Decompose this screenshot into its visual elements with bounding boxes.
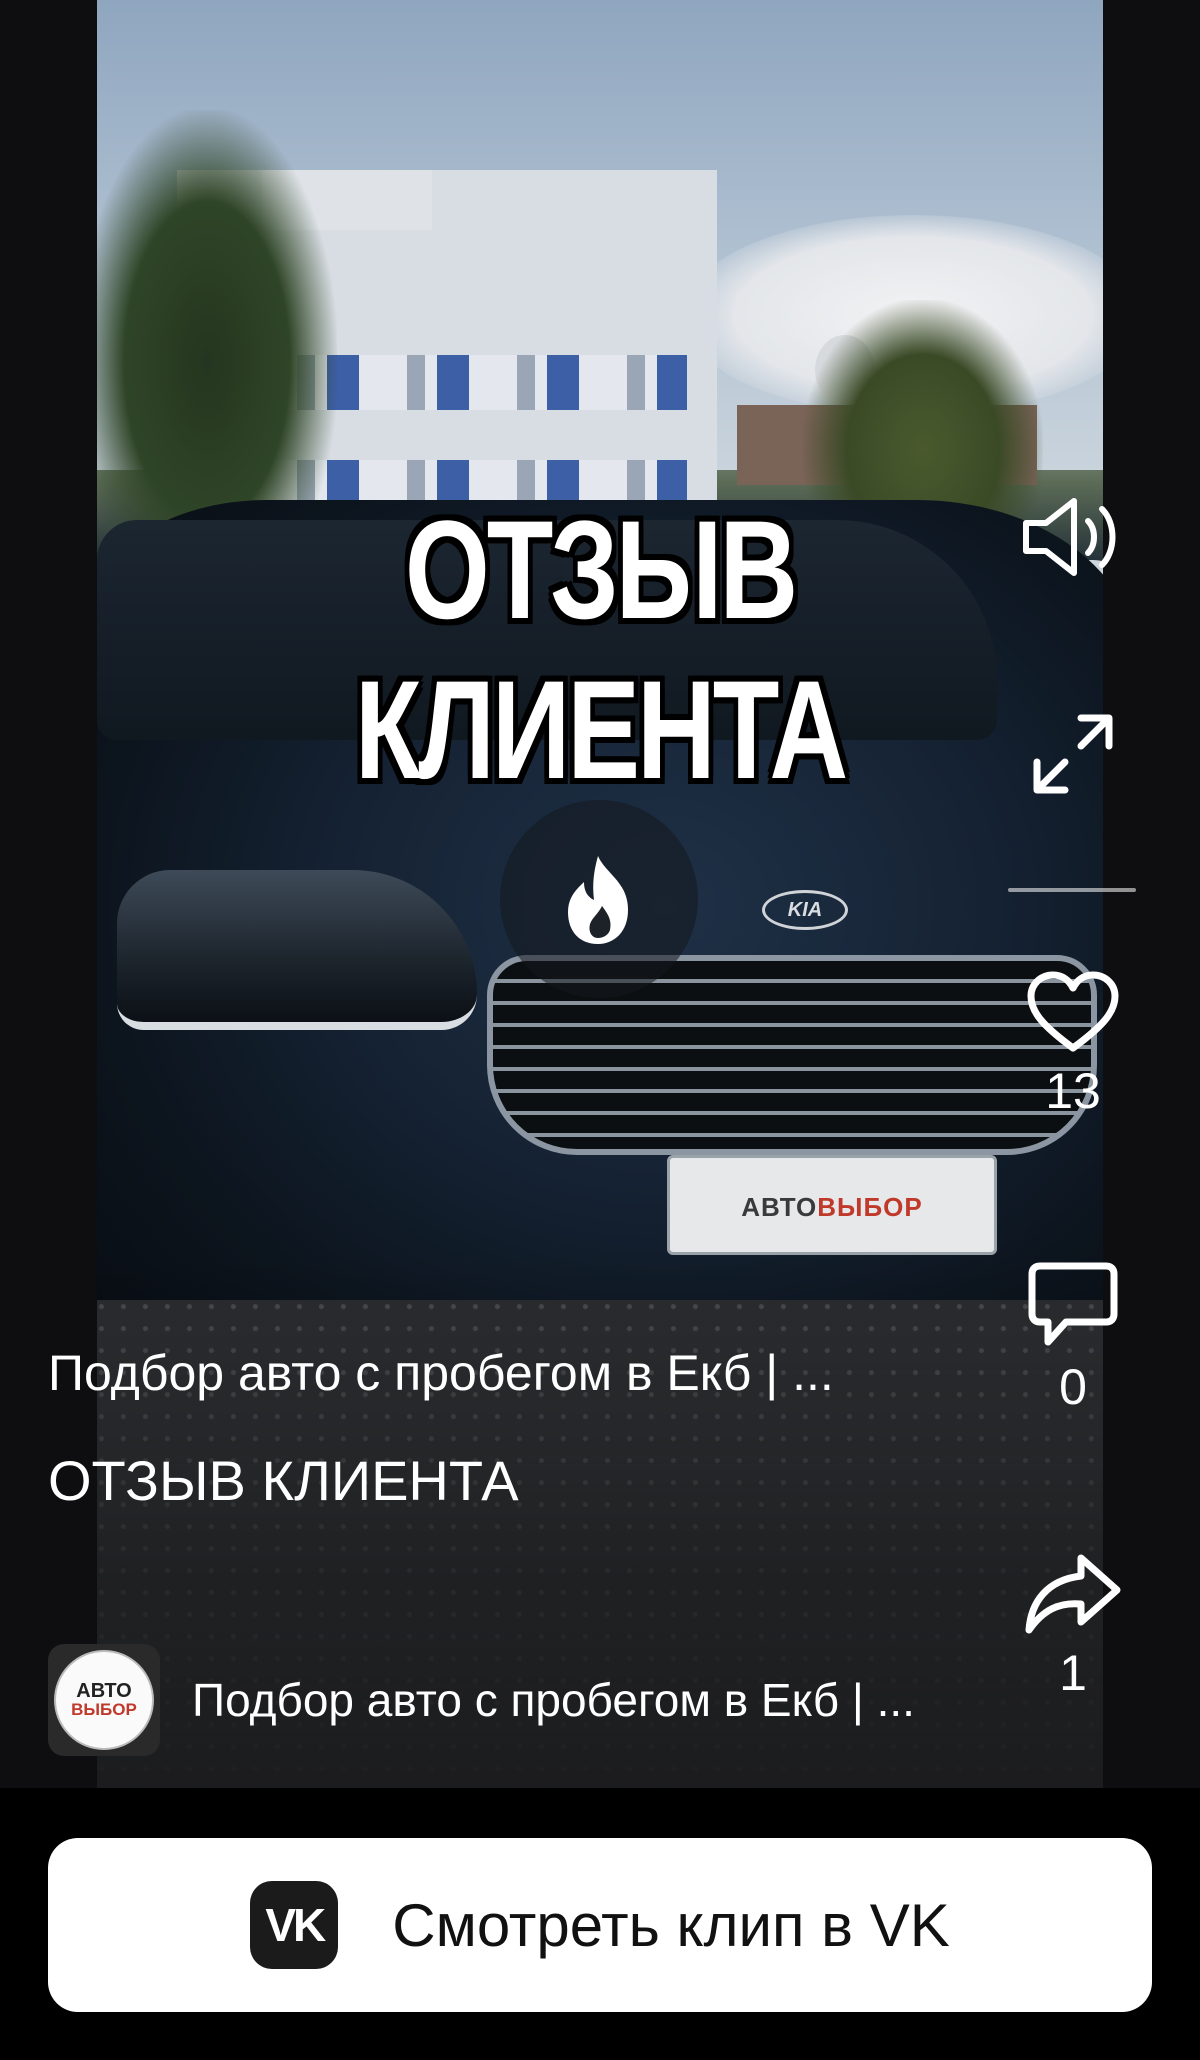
flame-icon bbox=[568, 856, 628, 944]
fullscreen-button[interactable] bbox=[1013, 712, 1133, 796]
overlay-title-line1: ОТЗЫВ bbox=[404, 491, 798, 648]
plate-text: АВТОВЫБОР bbox=[741, 1192, 923, 1222]
heart-icon bbox=[1027, 971, 1119, 1052]
expand-icon bbox=[1033, 714, 1113, 794]
like-count: 13 bbox=[1045, 1063, 1101, 1119]
watch-in-vk-button[interactable]: VK Смотреть клип в VK bbox=[48, 1838, 1152, 2012]
comment-count: 0 bbox=[1059, 1359, 1087, 1415]
watch-in-vk-label: Смотреть клип в VK bbox=[392, 1891, 950, 1959]
comment-button[interactable]: 0 bbox=[1013, 1260, 1133, 1416]
author-name[interactable]: Подбор авто с пробегом в Екб | ... bbox=[192, 1673, 915, 1727]
caption-title: ОТЗЫВ КЛИЕНТА bbox=[48, 1449, 519, 1512]
vk-logo-text: VK bbox=[265, 1899, 326, 1951]
share-button[interactable]: 1 bbox=[1013, 1552, 1133, 1702]
video-overlay-title: ОТЗЫВ КЛИЕНТА bbox=[208, 490, 993, 810]
sound-button[interactable] bbox=[1013, 495, 1133, 579]
clip-player[interactable]: KIA АВТОВЫБОР ОТЗЫВ КЛИЕНТА 13 0 1 Подбо… bbox=[0, 0, 1200, 1788]
caption-author-line[interactable]: Подбор авто с пробегом в Екб | ... bbox=[48, 1342, 948, 1404]
comment-icon bbox=[1028, 1262, 1118, 1346]
video-headlight bbox=[117, 870, 477, 1030]
avatar-text-line1: АВТО bbox=[76, 1680, 132, 1702]
avatar-logo: АВТО ВЫБОР bbox=[54, 1650, 154, 1750]
author-row[interactable]: АВТО ВЫБОР Подбор авто с пробегом в Екб … bbox=[48, 1644, 915, 1756]
car-logo: KIA bbox=[762, 890, 848, 930]
action-divider bbox=[1008, 888, 1136, 892]
vk-logo-icon: VK bbox=[250, 1881, 339, 1969]
share-icon bbox=[1025, 1554, 1121, 1634]
share-count: 1 bbox=[1059, 1645, 1087, 1701]
center-overlay-badge bbox=[500, 800, 698, 998]
overlay-title-line2: КЛИЕНТА bbox=[354, 651, 848, 808]
video-tree-left bbox=[97, 110, 337, 530]
like-button[interactable]: 13 bbox=[1013, 970, 1133, 1120]
avatar[interactable]: АВТО ВЫБОР bbox=[48, 1644, 160, 1756]
speaker-icon bbox=[1023, 498, 1116, 576]
license-plate: АВТОВЫБОР bbox=[667, 1155, 997, 1255]
avatar-text-line2: ВЫБОР bbox=[71, 1700, 137, 1719]
